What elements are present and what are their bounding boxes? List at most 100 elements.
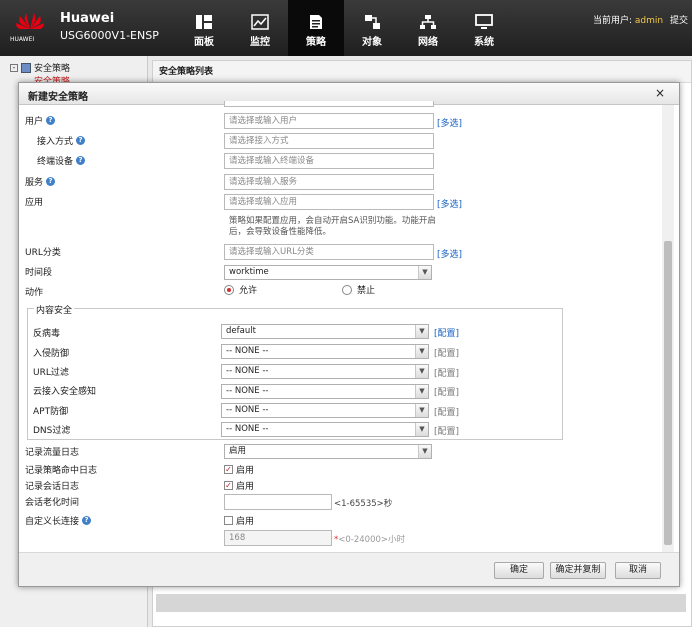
page-title: 安全策略列表 <box>153 61 691 83</box>
collapse-icon[interactable]: - <box>10 63 18 72</box>
object-icon <box>365 15 380 29</box>
apt-select[interactable]: -- NONE -- ▼ <box>221 403 429 418</box>
url-category-input[interactable]: 请选择或输入URL分类 <box>224 244 434 260</box>
session-log-checkbox[interactable]: ✓ 启用 <box>224 479 254 492</box>
chevron-down-icon[interactable]: ▼ <box>415 345 428 358</box>
help-icon[interactable]: ? <box>46 177 56 186</box>
ok-copy-button[interactable]: 确定并复制 <box>550 562 606 579</box>
radio-unselected[interactable] <box>342 284 352 295</box>
nav-object[interactable]: 对象 <box>344 0 400 56</box>
tree-security-policy[interactable]: - 安全策略 <box>10 61 70 74</box>
nav-policy-label: 策略 <box>306 37 326 48</box>
chevron-down-icon[interactable]: ▼ <box>415 404 428 417</box>
time-select[interactable]: worktime ▼ <box>224 265 432 280</box>
chevron-down-icon[interactable]: ▼ <box>415 423 428 436</box>
app-input[interactable]: 请选择或输入应用 <box>224 194 434 210</box>
background-bottom-bar <box>156 594 686 612</box>
current-user-label: 当前用户: <box>592 16 633 26</box>
url-filter-config-link[interactable]: [配置] <box>434 366 459 379</box>
nav-policy[interactable]: 策略 <box>288 0 344 56</box>
dns-filter-config-link[interactable]: [配置] <box>434 424 459 437</box>
apt-config-link[interactable]: [配置] <box>434 405 459 418</box>
policy-log-check-label: 启用 <box>236 466 255 476</box>
url-multiselect-link[interactable]: [多选] <box>437 247 462 260</box>
radio-selected[interactable] <box>224 284 234 295</box>
long-conn-hours-input[interactable]: 168 <box>224 530 332 546</box>
traffic-log-value: 启用 <box>229 446 247 456</box>
antivirus-select[interactable]: default ▼ <box>221 324 429 339</box>
access-label-text: 接入方式 <box>37 137 74 147</box>
scrollbar-thumb[interactable] <box>664 241 672 545</box>
main-nav: 面板 监控 策略 对象 网络 系统 <box>176 0 512 56</box>
nav-system[interactable]: 系统 <box>456 0 512 56</box>
user-multiselect-link[interactable]: [多选] <box>437 116 462 129</box>
cloud-access-config-link[interactable]: [配置] <box>434 385 459 398</box>
nav-network[interactable]: 网络 <box>400 0 456 56</box>
checkbox-checked[interactable]: ✓ <box>224 465 233 474</box>
chevron-down-icon[interactable]: ▼ <box>418 266 431 279</box>
chevron-down-icon[interactable]: ▼ <box>418 445 431 458</box>
nav-system-label: 系统 <box>474 37 494 48</box>
nav-monitor[interactable]: 监控 <box>232 0 288 56</box>
traffic-log-select[interactable]: 启用 ▼ <box>224 444 432 459</box>
chevron-down-icon[interactable]: ▼ <box>415 365 428 378</box>
deny-label: 禁止 <box>357 286 376 296</box>
cancel-button[interactable]: 取消 <box>615 562 661 579</box>
antivirus-config-link[interactable]: [配置] <box>434 326 459 339</box>
current-username[interactable]: admin <box>635 16 663 26</box>
cs-row-label: 反病毒 <box>33 329 61 339</box>
terminal-label-text: 终端设备 <box>37 157 74 167</box>
cs-row-label: URL过滤 <box>33 368 69 378</box>
service-input[interactable]: 请选择或输入服务 <box>224 174 434 190</box>
terminal-label: 终端设备? <box>37 154 86 167</box>
action-deny-radio[interactable]: 禁止 <box>342 283 375 296</box>
user-label: 用户? <box>25 114 56 127</box>
time-label-text: 时间段 <box>25 268 53 278</box>
long-conn-checkbox[interactable]: 启用 <box>224 514 254 527</box>
cloud-access-value: -- NONE -- <box>226 386 269 396</box>
help-icon[interactable]: ? <box>46 116 56 125</box>
checkbox-unchecked[interactable] <box>224 516 233 525</box>
long-conn-hint: *<0-24000>小时 <box>334 533 405 545</box>
url-label: URL分类 <box>25 245 61 258</box>
monitor-chart-icon <box>251 14 269 30</box>
ips-config-link[interactable]: [配置] <box>434 346 459 359</box>
dashboard-icon <box>196 15 212 29</box>
app-multiselect-link[interactable]: [多选] <box>437 197 462 210</box>
nav-dashboard[interactable]: 面板 <box>176 0 232 56</box>
brand-name: Huawei <box>60 11 115 26</box>
user-input[interactable]: 请选择或输入用户 <box>224 113 434 129</box>
checkbox-checked[interactable]: ✓ <box>224 481 233 490</box>
network-icon <box>420 15 436 29</box>
system-monitor-icon <box>475 14 493 29</box>
service-label: 服务? <box>25 175 56 188</box>
app-label: 应用 <box>25 195 43 208</box>
access-input[interactable]: 请选择接入方式 <box>224 133 434 149</box>
user-label-text: 用户 <box>25 117 44 127</box>
tree-root-label: 安全策略 <box>34 64 71 74</box>
help-icon[interactable]: ? <box>76 136 86 145</box>
ips-value: -- NONE -- <box>226 346 269 356</box>
help-icon[interactable]: ? <box>76 156 86 165</box>
aging-input[interactable] <box>224 494 332 510</box>
policy-folder-icon <box>21 62 31 73</box>
policy-log-checkbox[interactable]: ✓ 启用 <box>224 463 254 476</box>
dialog-scrollbar[interactable] <box>662 105 674 552</box>
help-icon[interactable]: ? <box>82 516 92 525</box>
chevron-down-icon[interactable]: ▼ <box>415 325 428 338</box>
chevron-down-icon[interactable]: ▼ <box>415 385 428 398</box>
ips-select[interactable]: -- NONE -- ▼ <box>221 344 429 359</box>
cloud-access-select[interactable]: -- NONE -- ▼ <box>221 384 429 399</box>
submit-link[interactable]: 提交 <box>670 16 688 26</box>
dns-filter-value: -- NONE -- <box>226 424 269 434</box>
close-icon[interactable]: × <box>655 86 665 100</box>
session-log-check-label: 启用 <box>236 482 255 492</box>
terminal-input[interactable]: 请选择或输入终端设备 <box>224 153 434 169</box>
action-permit-radio[interactable]: 允许 <box>224 283 257 296</box>
aging-label: 会话老化时间 <box>25 498 80 508</box>
nav-object-label: 对象 <box>362 37 382 48</box>
dns-filter-select[interactable]: -- NONE -- ▼ <box>221 422 429 437</box>
ok-button[interactable]: 确定 <box>494 562 544 579</box>
url-filter-select[interactable]: -- NONE -- ▼ <box>221 364 429 379</box>
policy-document-icon <box>310 15 322 29</box>
